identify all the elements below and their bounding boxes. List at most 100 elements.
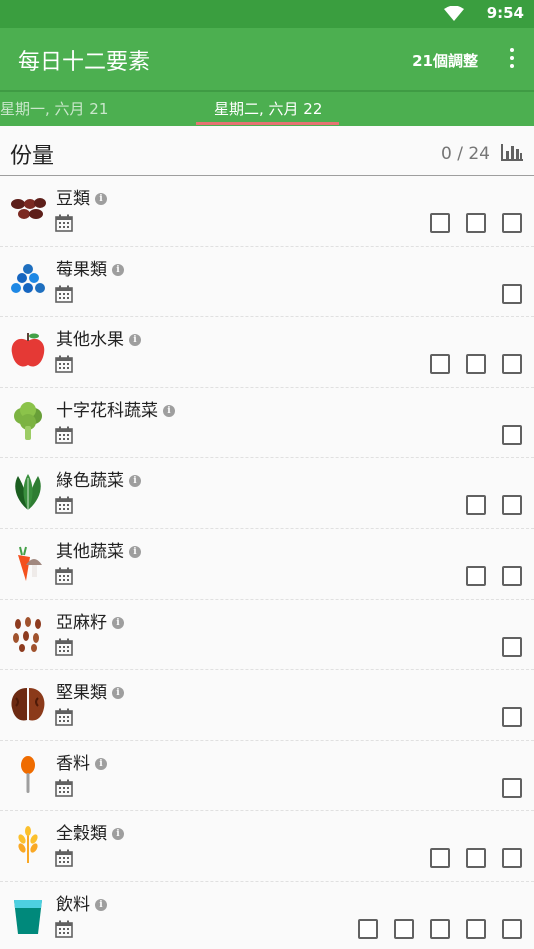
serving-checkboxes [502, 283, 522, 304]
info-icon[interactable]: i [129, 545, 141, 558]
serving-checkbox[interactable] [394, 918, 414, 939]
walnut-icon [8, 684, 48, 724]
serving-checkboxes [502, 707, 522, 728]
broccoli-icon [8, 401, 48, 442]
servings-header: 份量 0 / 24 [0, 126, 534, 176]
serving-checkbox[interactable] [358, 918, 378, 939]
food-item-name[interactable]: 堅果類 [56, 683, 107, 703]
info-icon[interactable]: i [95, 757, 107, 770]
food-item-label[interactable]: 莓果類 i [56, 255, 124, 280]
calendar-icon[interactable] [55, 426, 73, 448]
serving-checkboxes [358, 918, 522, 939]
info-icon[interactable]: i [112, 828, 124, 841]
calendar-icon[interactable] [55, 567, 73, 589]
calendar-icon[interactable] [55, 638, 73, 660]
apple-icon [8, 331, 48, 371]
food-list: 豆類 i 莓果類 i 其他水果 i 十字花科蔬菜 i 綠色蔬菜 i 其他蔬菜 i 亞麻籽 i 堅果類 i 香料 i… [0, 176, 534, 949]
food-item-label[interactable]: 亞麻籽 i [56, 608, 124, 633]
serving-checkbox[interactable] [466, 848, 486, 869]
serving-checkbox[interactable] [466, 918, 486, 939]
food-item-label[interactable]: 堅果類 i [56, 678, 124, 703]
serving-checkbox[interactable] [430, 354, 450, 375]
calendar-icon[interactable] [55, 355, 73, 377]
food-item-name[interactable]: 其他水果 [56, 330, 124, 350]
serving-checkbox[interactable] [502, 283, 522, 304]
overflow-menu-icon[interactable] [506, 46, 518, 72]
berries-icon [8, 261, 48, 301]
food-item-name[interactable]: 飲料 [56, 895, 90, 915]
food-item-label[interactable]: 飲料 i [56, 890, 107, 915]
food-item-name[interactable]: 十字花科蔬菜 [56, 401, 158, 421]
serving-checkbox[interactable] [502, 707, 522, 728]
food-item-label[interactable]: 其他蔬菜 i [56, 537, 141, 562]
info-icon[interactable]: i [129, 475, 141, 488]
food-item-label[interactable]: 其他水果 i [56, 325, 141, 350]
tweaks-button[interactable]: 21個調整 [412, 50, 478, 71]
info-icon[interactable]: i [95, 193, 107, 205]
serving-checkboxes [502, 636, 522, 657]
info-icon[interactable]: i [129, 334, 141, 347]
food-item-name[interactable]: 綠色蔬菜 [56, 471, 124, 491]
food-item-name[interactable]: 全穀類 [56, 824, 107, 844]
list-item: 其他蔬菜 i [0, 529, 534, 600]
food-item-name[interactable]: 莓果類 [56, 260, 107, 280]
serving-checkbox[interactable] [502, 213, 522, 233]
spice-spoon-icon [8, 755, 48, 795]
serving-checkbox[interactable] [502, 565, 522, 586]
info-icon[interactable]: i [95, 898, 107, 911]
serving-checkboxes [502, 424, 522, 445]
servings-title: 份量 [10, 144, 55, 169]
serving-checkbox[interactable] [430, 213, 450, 233]
serving-checkbox[interactable] [502, 354, 522, 375]
food-item-label[interactable]: 十字花科蔬菜 i [56, 396, 175, 421]
tab-current-day[interactable]: 星期二, 六月 22 [214, 98, 322, 119]
list-item: 全穀類 i [0, 811, 534, 882]
serving-checkbox[interactable] [430, 848, 450, 869]
calendar-icon[interactable] [55, 214, 73, 236]
food-item-label[interactable]: 豆類 i [56, 184, 107, 209]
serving-checkbox[interactable] [466, 213, 486, 233]
serving-checkbox[interactable] [466, 495, 486, 516]
food-item-label[interactable]: 全穀類 i [56, 819, 124, 844]
food-item-name[interactable]: 香料 [56, 754, 90, 774]
list-item: 十字花科蔬菜 i [0, 388, 534, 459]
tab-indicator [196, 122, 339, 125]
calendar-icon[interactable] [55, 779, 73, 801]
list-item: 堅果類 i [0, 670, 534, 741]
list-item: 飲料 i [0, 882, 534, 949]
info-icon[interactable]: i [112, 263, 124, 276]
flaxseed-icon [8, 614, 48, 654]
serving-checkbox[interactable] [502, 495, 522, 516]
serving-checkbox[interactable] [502, 848, 522, 869]
food-item-name[interactable]: 其他蔬菜 [56, 542, 124, 562]
calendar-icon[interactable] [55, 708, 73, 730]
food-item-label[interactable]: 香料 i [56, 749, 107, 774]
calendar-icon[interactable] [55, 496, 73, 518]
info-icon[interactable]: i [163, 404, 175, 417]
serving-checkboxes [430, 213, 522, 233]
serving-checkbox[interactable] [502, 918, 522, 939]
calendar-icon[interactable] [55, 849, 73, 871]
serving-checkbox[interactable] [502, 777, 522, 798]
calendar-icon[interactable] [55, 285, 73, 307]
list-item: 香料 i [0, 741, 534, 812]
food-item-name[interactable]: 豆類 [56, 189, 90, 209]
list-item: 其他水果 i [0, 317, 534, 388]
serving-checkbox[interactable] [502, 424, 522, 445]
serving-checkbox[interactable] [430, 918, 450, 939]
serving-checkbox[interactable] [466, 565, 486, 586]
info-icon[interactable]: i [112, 687, 124, 700]
status-bar: 9:54 [0, 0, 534, 28]
bar-chart-icon[interactable] [500, 142, 524, 162]
food-item-name[interactable]: 亞麻籽 [56, 613, 107, 633]
food-item-label[interactable]: 綠色蔬菜 i [56, 466, 141, 491]
tab-previous-day[interactable]: 星期一, 六月 21 [0, 98, 108, 119]
app-title: 每日十二要素 [18, 50, 151, 75]
info-icon[interactable]: i [112, 616, 124, 629]
serving-checkbox[interactable] [466, 354, 486, 375]
list-item: 亞麻籽 i [0, 600, 534, 671]
drink-cup-icon [8, 896, 48, 936]
calendar-icon[interactable] [55, 920, 73, 942]
serving-checkboxes [430, 354, 522, 375]
serving-checkbox[interactable] [502, 636, 522, 657]
